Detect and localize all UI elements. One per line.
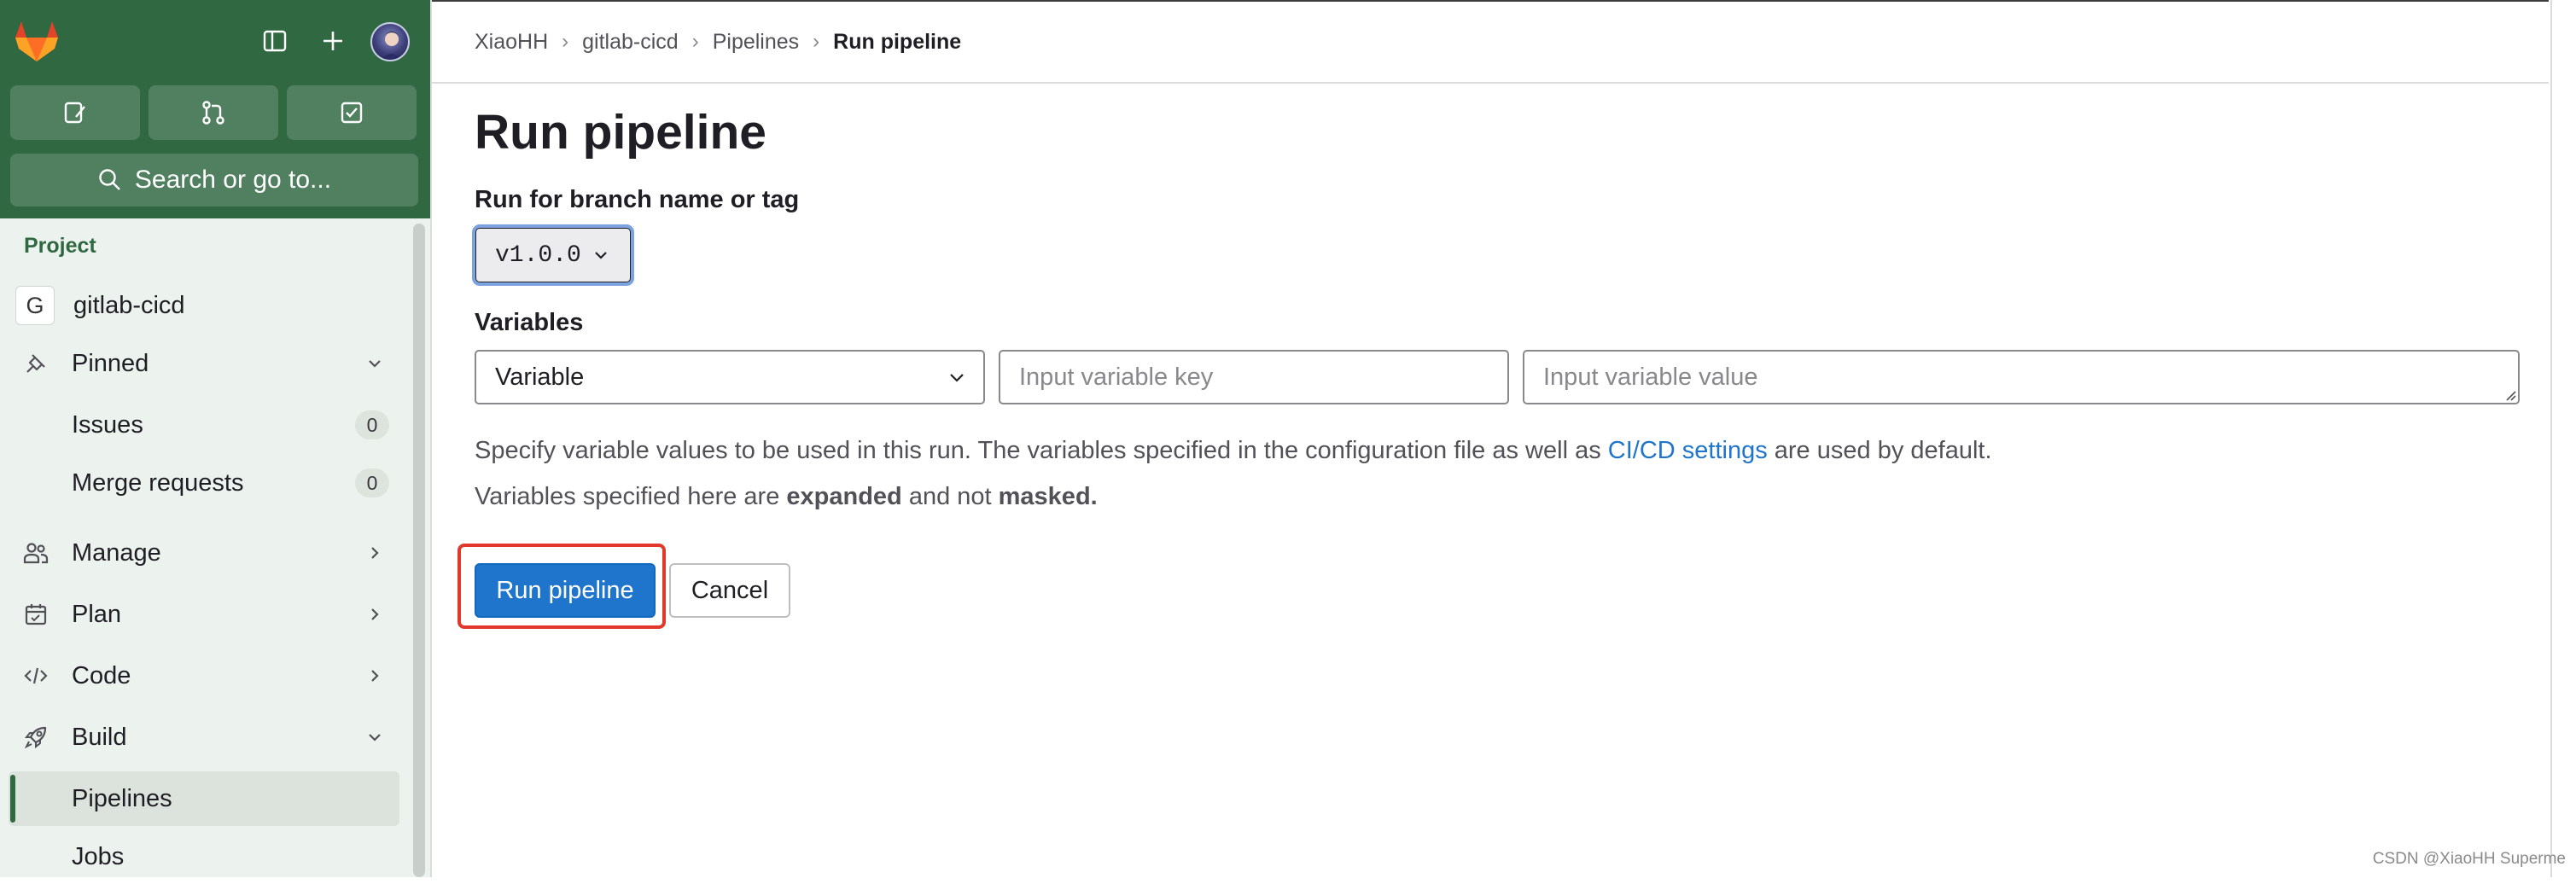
search-button[interactable]: Search or go to...	[10, 154, 418, 206]
resize-handle-icon[interactable]	[2504, 389, 2516, 401]
page-title: Run pipeline	[475, 105, 766, 160]
sidebar-item-pipelines[interactable]: Pipelines	[9, 771, 399, 826]
todo-icon	[341, 102, 363, 124]
run-pipeline-button[interactable]: Run pipeline	[475, 563, 656, 618]
calendar-icon	[22, 601, 50, 628]
chevron-down-icon	[364, 726, 386, 748]
help-text-line2: Variables specified here are expanded an…	[475, 483, 1098, 511]
user-avatar[interactable]	[370, 22, 410, 61]
sidebar-item-label: Pinned	[72, 349, 149, 377]
sidebar-item-label: Issues	[72, 410, 143, 439]
thumbtack-icon	[22, 350, 50, 377]
help-text-line1: Specify variable values to be used in th…	[475, 437, 1992, 465]
sidebar-header: Search or go to...	[0, 0, 430, 218]
variable-type-select[interactable]: Variable	[475, 350, 985, 404]
masked-text: masked.	[998, 483, 1098, 510]
cancel-button[interactable]: Cancel	[669, 563, 790, 618]
expanded-text: expanded	[786, 483, 902, 510]
variable-type-value: Variable	[495, 363, 585, 391]
sidebar-item-pinned[interactable]: Pinned	[9, 336, 399, 391]
issue-icon	[64, 102, 85, 124]
sidebar-item-manage[interactable]: Manage	[9, 526, 399, 580]
users-icon	[22, 539, 50, 567]
chevron-down-icon	[950, 374, 964, 382]
sidebar-item-label: Plan	[72, 600, 122, 628]
project-avatar: G	[15, 286, 55, 325]
header-divider	[432, 82, 2549, 84]
top-border	[432, 0, 2549, 2]
active-indicator	[10, 775, 15, 823]
sidebar-item-plan[interactable]: Plan	[9, 587, 399, 642]
chevron-right-icon: ›	[562, 30, 569, 53]
sidebar-item-label: Pipelines	[72, 784, 172, 812]
sidebar-item-code[interactable]: Code	[9, 648, 399, 703]
help-text: and not	[901, 483, 999, 510]
gitlab-logo[interactable]	[12, 17, 61, 67]
project-link[interactable]: G gitlab-cicd	[15, 286, 185, 325]
count-badge: 0	[355, 468, 389, 497]
sidebar-item-label: Code	[72, 661, 131, 689]
chevron-right-icon	[364, 542, 386, 564]
sidebar-item-label: Build	[72, 723, 127, 751]
todos-quick-button[interactable]	[287, 85, 417, 140]
breadcrumb-current[interactable]: Run pipeline	[833, 30, 961, 55]
sidebar-item-label: Merge requests	[72, 468, 244, 497]
sidebar-toggle-icon[interactable]	[258, 24, 292, 58]
chevron-down-icon	[595, 252, 607, 259]
code-icon	[22, 662, 50, 689]
sidebar-item-merge-requests[interactable]: Merge requests 0	[9, 456, 399, 510]
watermark: CSDN @XiaoHH Superme	[2372, 850, 2566, 868]
rocket-icon	[22, 724, 50, 751]
breadcrumb-item[interactable]: gitlab-cicd	[582, 30, 679, 55]
main-content: XiaoHH › gitlab-cicd › Pipelines › Run p…	[432, 0, 2549, 877]
sidebar-item-jobs[interactable]: Jobs	[9, 829, 399, 884]
ref-value: v1.0.0	[495, 241, 581, 269]
count-badge: 0	[355, 410, 389, 439]
project-name: gitlab-cicd	[73, 291, 185, 319]
breadcrumb-item[interactable]: XiaoHH	[475, 30, 548, 55]
plus-icon[interactable]	[316, 24, 350, 58]
chevron-right-icon	[364, 603, 386, 625]
help-text: are used by default.	[1767, 437, 1992, 464]
issues-quick-button[interactable]	[10, 85, 140, 140]
right-divider	[2550, 0, 2552, 877]
chevron-right-icon: ›	[691, 30, 699, 53]
merge-requests-quick-button[interactable]	[149, 85, 278, 140]
ref-label: Run for branch name or tag	[475, 186, 800, 213]
help-text: Variables specified here are	[475, 483, 787, 510]
section-title: Project	[24, 234, 96, 258]
sidebar-scrollbar[interactable]	[413, 224, 425, 877]
breadcrumb: XiaoHH › gitlab-cicd › Pipelines › Run p…	[475, 27, 961, 56]
sidebar-item-build[interactable]: Build	[9, 710, 399, 765]
sidebar-item-label: Jobs	[72, 842, 125, 870]
cicd-settings-link[interactable]: CI/CD settings	[1608, 437, 1768, 464]
sidebar-item-label: Manage	[72, 538, 161, 567]
variable-value-input[interactable]	[1523, 350, 2520, 404]
help-text: Specify variable values to be used in th…	[475, 437, 1608, 464]
chevron-right-icon	[364, 665, 386, 687]
search-label: Search or go to...	[134, 166, 332, 194]
merge-request-icon	[202, 101, 224, 125]
breadcrumb-item[interactable]: Pipelines	[713, 30, 799, 55]
variables-label: Variables	[475, 309, 584, 336]
sidebar: Search or go to... Project G gitlab-cicd…	[0, 0, 432, 877]
variable-key-input[interactable]	[999, 350, 1509, 404]
ref-dropdown[interactable]: v1.0.0	[472, 224, 634, 286]
chevron-right-icon: ›	[813, 30, 820, 53]
sidebar-item-issues[interactable]: Issues 0	[9, 398, 399, 452]
chevron-down-icon	[364, 352, 386, 375]
search-icon	[99, 169, 120, 190]
